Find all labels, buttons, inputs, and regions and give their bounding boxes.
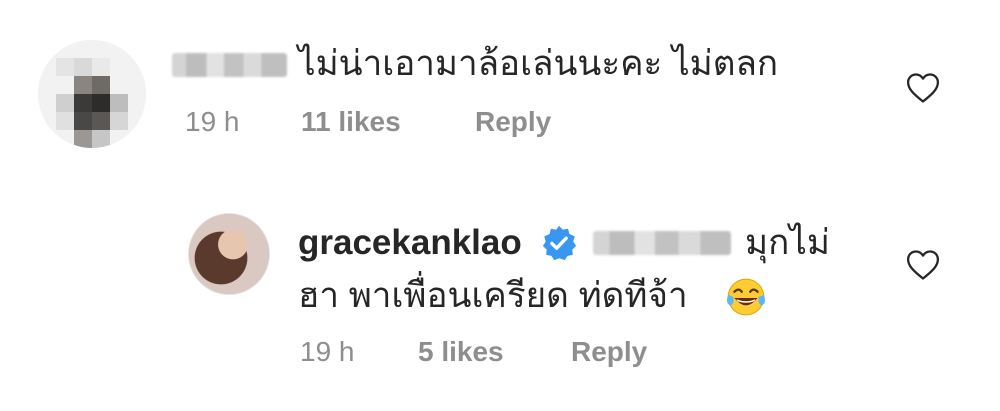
comment-time: 19 h	[185, 106, 240, 137]
likes-count[interactable]: 5 likes	[418, 334, 504, 370]
heart-outline-icon[interactable]	[906, 249, 940, 281]
heart-outline-icon[interactable]	[906, 72, 940, 104]
avatar[interactable]	[38, 40, 146, 148]
pixelated-avatar-image	[38, 40, 146, 148]
username-blurred[interactable]	[172, 53, 287, 77]
avatar[interactable]	[188, 213, 270, 295]
comment-time: 19 h	[300, 336, 355, 367]
face-with-tears-of-joy-icon	[726, 278, 766, 316]
reply-button[interactable]: Reply	[475, 104, 551, 140]
comment-text: ไม่น่าเอามาล้อเล่นนะคะ ไม่ตลก	[298, 44, 779, 83]
reply-button[interactable]: Reply	[571, 334, 647, 370]
comment-text-line1: มุกไม่	[745, 223, 830, 262]
comments-panel: ไม่น่าเอามาล้อเล่นนะคะ ไม่ตลก 19 h 11 li…	[0, 0, 1000, 411]
comment-text-line2: ฮา พาเพื่อนเครียด ท่ดทีจ้า	[298, 276, 688, 315]
likes-count[interactable]: 11 likes	[301, 104, 401, 140]
mention-blurred[interactable]	[593, 231, 731, 255]
username[interactable]: gracekanklao	[298, 219, 522, 267]
verified-badge-icon	[542, 225, 577, 261]
